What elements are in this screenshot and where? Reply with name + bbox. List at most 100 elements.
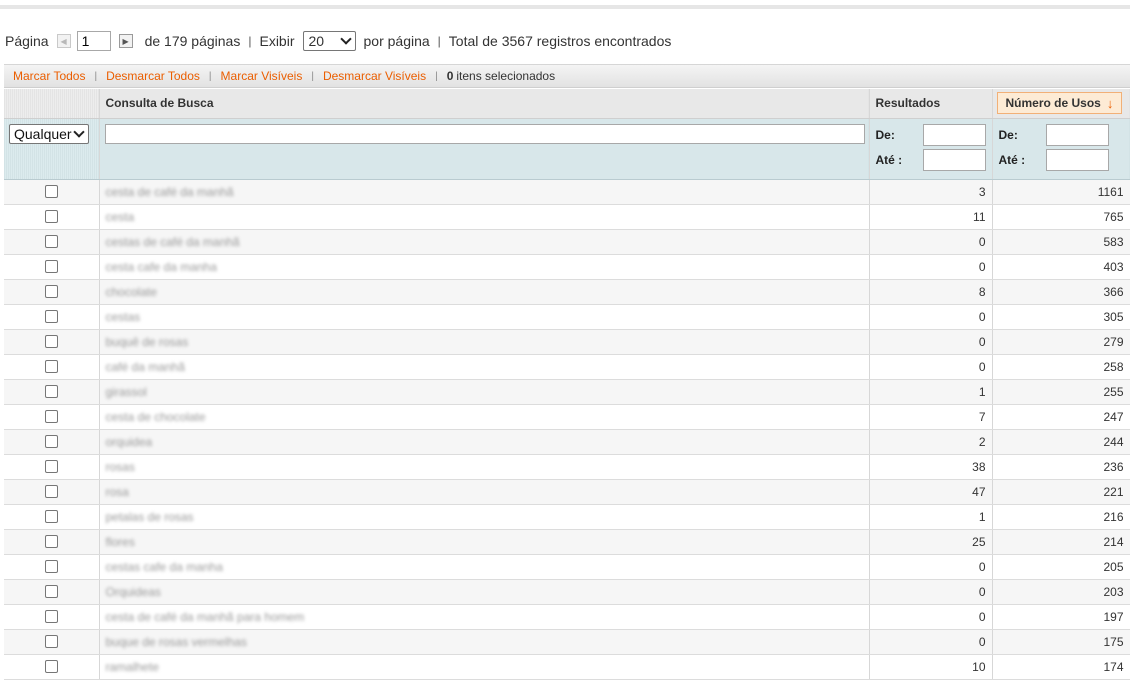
results-to-input[interactable] (922, 148, 986, 171)
results-cell: 0 (869, 254, 993, 280)
row-checkbox-cell (4, 479, 100, 505)
row-checkbox[interactable] (44, 460, 58, 473)
row-checkbox-cell (4, 554, 100, 580)
filter-uses-cell: De: Até : (992, 118, 1130, 180)
unselect-visible-link[interactable]: Desmarcar Visíveis (323, 69, 426, 83)
results-cell: 7 (869, 404, 993, 430)
results-cell: 0 (869, 554, 993, 580)
row-checkbox[interactable] (44, 610, 58, 623)
row-checkbox[interactable] (44, 535, 58, 548)
row-checkbox[interactable] (44, 585, 58, 598)
uses-range-filter: De: Até : (993, 119, 1130, 171)
query-cell: cesta de café da manhã (99, 179, 870, 205)
page-label: Página (5, 33, 49, 49)
table-row[interactable]: cestas de café da manhã 0 583 (4, 229, 1130, 255)
row-checkbox[interactable] (44, 285, 58, 298)
query-text: Orquideas (105, 584, 161, 599)
row-checkbox[interactable] (44, 510, 58, 523)
chevron-down-icon (339, 33, 352, 45)
table-row[interactable]: girassol 1 255 (4, 379, 1130, 405)
row-checkbox[interactable] (44, 185, 58, 198)
row-checkbox[interactable] (44, 310, 58, 323)
separator: | (311, 70, 314, 82)
page-input[interactable] (76, 31, 111, 51)
table-row[interactable]: ramalhete 10 174 (4, 654, 1130, 680)
results-cell: 11 (869, 204, 993, 230)
row-checkbox[interactable] (44, 260, 58, 273)
checkbox-filter-select[interactable]: Qualquer (9, 123, 89, 144)
unselect-all-link[interactable]: Desmarcar Todos (106, 69, 200, 83)
row-checkbox[interactable] (44, 410, 58, 423)
uses-cell: 255 (992, 379, 1130, 405)
query-cell: cesta cafe da manha (99, 254, 870, 280)
uses-cell: 305 (992, 304, 1130, 330)
uses-to-input[interactable] (1045, 148, 1109, 171)
results-range-filter: De: Até : (870, 119, 992, 171)
previous-page-icon[interactable]: ◀ (56, 34, 71, 48)
select-all-link[interactable]: Marcar Todos (13, 69, 85, 83)
row-checkbox[interactable] (44, 385, 58, 398)
results-cell: 1 (869, 379, 993, 405)
table-row[interactable]: café da manhã 0 258 (4, 354, 1130, 380)
row-checkbox[interactable] (44, 435, 58, 448)
row-checkbox[interactable] (44, 235, 58, 248)
header-checkbox-column (4, 89, 100, 119)
query-text: cesta de café da manhã (105, 184, 234, 199)
results-from-input[interactable] (922, 123, 986, 146)
row-checkbox[interactable] (44, 335, 58, 348)
row-checkbox[interactable] (44, 360, 58, 373)
uses-from-label: De: (998, 127, 1018, 142)
row-checkbox[interactable] (44, 560, 58, 573)
table-row[interactable]: cesta cafe da manha 0 403 (4, 254, 1130, 280)
table-row[interactable]: cestas 0 305 (4, 304, 1130, 330)
row-checkbox-cell (4, 629, 100, 655)
uses-from-input[interactable] (1045, 123, 1109, 146)
results-cell: 8 (869, 279, 993, 305)
header-query[interactable]: Consulta de Busca (99, 89, 870, 119)
table-row[interactable]: petalas de rosas 1 216 (4, 504, 1130, 530)
query-cell: petalas de rosas (99, 504, 870, 530)
table-row[interactable]: chocolate 8 366 (4, 279, 1130, 305)
top-divider (0, 5, 1130, 9)
table-row[interactable]: Orquideas 0 203 (4, 579, 1130, 605)
query-cell: girassol (99, 379, 870, 405)
table-row[interactable]: cestas cafe da manha 0 205 (4, 554, 1130, 580)
header-results[interactable]: Resultados (869, 89, 993, 119)
header-uses[interactable]: Número de Usos ↓ (992, 89, 1130, 119)
results-cell: 0 (869, 604, 993, 630)
table-row[interactable]: rosa 47 221 (4, 479, 1130, 505)
query-cell: orquidea (99, 429, 870, 455)
row-checkbox[interactable] (44, 485, 58, 498)
row-checkbox-cell (4, 279, 100, 305)
row-checkbox[interactable] (44, 635, 58, 648)
query-filter-input[interactable] (104, 123, 865, 144)
filter-checkbox-cell: Qualquer (4, 118, 100, 180)
query-text: petalas de rosas (105, 509, 194, 524)
table-row[interactable]: orquidea 2 244 (4, 429, 1130, 455)
sorted-column-label[interactable]: Número de Usos ↓ (996, 92, 1123, 115)
query-cell: rosa (99, 479, 870, 505)
row-checkbox-cell (4, 529, 100, 555)
next-page-icon[interactable]: ▶ (118, 34, 133, 48)
table-row[interactable]: cesta de café da manhã para homem 0 197 (4, 604, 1130, 630)
results-cell: 38 (869, 454, 993, 480)
table-row[interactable]: cesta 11 765 (4, 204, 1130, 230)
results-cell: 0 (869, 329, 993, 355)
table-row[interactable]: flores 25 214 (4, 529, 1130, 555)
row-checkbox[interactable] (44, 210, 58, 223)
results-cell: 25 (869, 529, 993, 555)
row-checkbox-cell (4, 329, 100, 355)
table-row[interactable]: buquê de rosas 0 279 (4, 329, 1130, 355)
filter-query-cell (99, 118, 870, 180)
uses-cell: 174 (992, 654, 1130, 680)
query-cell: ramalhete (99, 654, 870, 680)
table-row[interactable]: buque de rosas vermelhas 0 175 (4, 629, 1130, 655)
query-cell: cesta (99, 204, 870, 230)
table-row[interactable]: rosas 38 236 (4, 454, 1130, 480)
table-row[interactable]: cesta de café da manhã 3 1161 (4, 179, 1130, 205)
table-row[interactable]: cesta de chocolate 7 247 (4, 404, 1130, 430)
row-checkbox[interactable] (44, 660, 58, 673)
per-page-select[interactable]: 20 (302, 31, 356, 51)
select-visible-link[interactable]: Marcar Visíveis (221, 69, 303, 83)
row-checkbox-cell (4, 604, 100, 630)
